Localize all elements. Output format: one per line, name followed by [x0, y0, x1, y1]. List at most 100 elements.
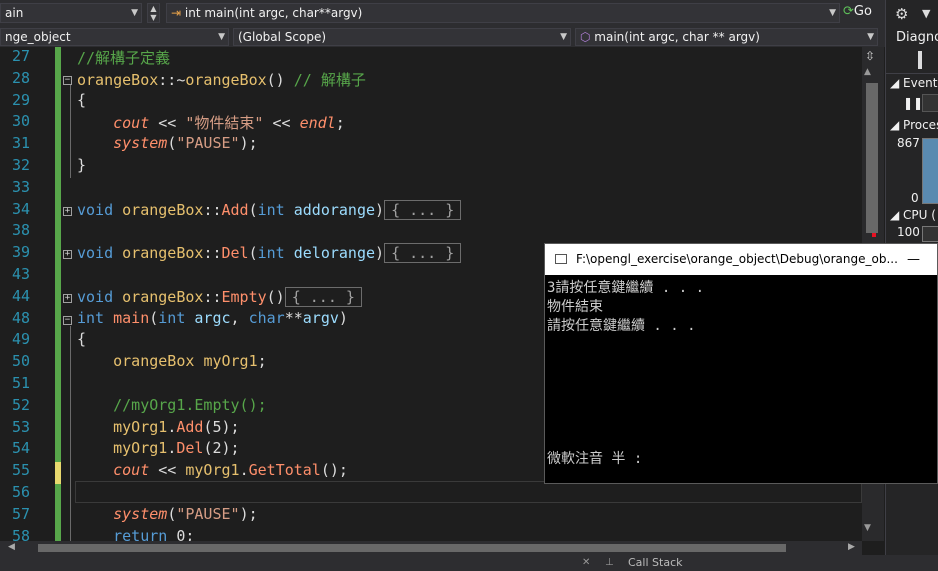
chevron-down-icon[interactable]: ▼: [922, 7, 930, 20]
line-number: 38: [11, 221, 30, 240]
code-token: ;: [335, 114, 345, 133]
console-line: 物件結束: [547, 299, 603, 315]
code-line[interactable]: void orangeBox::Add(int addorange){ ... …: [77, 199, 462, 220]
code-token: cout: [113, 114, 150, 133]
collapsed-block[interactable]: { ... }: [284, 286, 362, 307]
collapsed-block[interactable]: { ... }: [384, 243, 462, 264]
code-token: addorange: [293, 200, 376, 219]
code-line[interactable]: {: [77, 91, 86, 109]
code-token: ): [375, 244, 385, 263]
function-combo[interactable]: ⇥ int main(int argc, char**argv) ▼: [166, 3, 840, 23]
events-section[interactable]: ◢ Events: [890, 76, 938, 90]
code-token: orangeBox: [185, 70, 267, 89]
code-line[interactable]: {: [77, 330, 86, 348]
collapse-icon[interactable]: −: [63, 315, 72, 325]
scroll-up-icon[interactable]: ▲: [864, 67, 871, 77]
code-line[interactable]: cout << "物件結束" << endl;: [77, 112, 345, 133]
go-button[interactable]: ⟳Go: [843, 4, 872, 24]
line-number: 43: [11, 265, 30, 283]
code-line[interactable]: cout << myOrg1.GetTotal();: [77, 461, 348, 479]
code-token: myOrg1: [185, 461, 240, 480]
code-token: orangeBox: [77, 70, 159, 89]
bottom-panel-strip: ✕ ⊥ Call Stack: [0, 555, 938, 571]
chevron-down-icon: ▼: [560, 32, 567, 42]
expand-icon[interactable]: +: [63, 206, 72, 216]
code-line[interactable]: }: [77, 156, 86, 174]
memory-max-value: 867: [897, 136, 920, 150]
collapse-triangle-icon: ◢: [890, 208, 904, 222]
collapse-triangle-icon: ◢: [890, 76, 904, 90]
split-icon[interactable]: ⇳: [865, 49, 875, 63]
console-title-bar[interactable]: F:\opengl_exercise\orange_object\Debug\o…: [545, 244, 937, 275]
project-dropdown[interactable]: nge_object ▼: [0, 28, 229, 46]
divider: [886, 73, 938, 74]
code-token: <<: [263, 114, 300, 133]
console-window[interactable]: F:\opengl_exercise\orange_object\Debug\o…: [544, 243, 938, 484]
console-title: F:\opengl_exercise\orange_object\Debug\o…: [576, 252, 898, 266]
code-token: ): [338, 308, 348, 327]
code-line[interactable]: myOrg1.Add(5);: [77, 418, 239, 436]
line-number: 57: [11, 504, 30, 523]
method-cube-icon: ⬡: [580, 30, 595, 44]
code-line[interactable]: myOrg1.Del(2);: [77, 439, 240, 458]
chevron-down-icon: ▼: [829, 8, 836, 18]
scroll-right-icon[interactable]: ▶: [848, 542, 855, 552]
scroll-left-icon[interactable]: ◀: [8, 542, 15, 552]
pin-icon[interactable]: ⊥: [605, 557, 614, 568]
code-token: void: [77, 244, 123, 263]
collapse-icon[interactable]: −: [63, 75, 72, 85]
code-line[interactable]: system("PAUSE");: [77, 505, 258, 523]
diagnostics-title: Diagno: [896, 30, 938, 45]
code-line[interactable]: int main(int argc, char**argv): [77, 309, 348, 327]
line-number: 32: [11, 156, 30, 174]
process-memory-section[interactable]: ◢ Proces: [890, 118, 938, 132]
code-line[interactable]: return 0;: [77, 527, 194, 541]
close-icon[interactable]: ✕: [582, 557, 590, 568]
code-token: ();: [320, 461, 348, 480]
code-token: (2);: [203, 439, 240, 458]
code-line[interactable]: //解構子定義: [77, 47, 170, 68]
scroll-down-icon[interactable]: ▼: [864, 523, 871, 533]
line-number: 28: [11, 68, 30, 87]
hscroll-thumb[interactable]: [38, 544, 786, 552]
expand-icon[interactable]: +: [63, 250, 72, 260]
code-token: **: [284, 308, 303, 327]
minimize-button[interactable]: —: [907, 244, 920, 275]
line-number: 39: [11, 243, 30, 262]
code-line[interactable]: orangeBox myOrg1;: [77, 352, 267, 370]
line-number: 29: [11, 90, 30, 109]
line-number: 48: [11, 308, 30, 327]
line-number: 51: [11, 374, 30, 392]
code-token: "PAUSE": [176, 134, 240, 153]
pause-icon[interactable]: ❚❚: [903, 96, 923, 110]
code-token: ::~: [158, 70, 186, 89]
cpu-section[interactable]: ◢ CPU (: [890, 208, 936, 222]
arrow-right-icon: ⇥: [171, 6, 185, 20]
tab-call-stack[interactable]: Call Stack: [628, 556, 682, 569]
spin-arrows-icon[interactable]: ▲ ▼: [147, 3, 160, 23]
collapsed-block[interactable]: { ... }: [384, 199, 462, 220]
code-line[interactable]: system("PAUSE");: [77, 134, 258, 152]
member-dropdown[interactable]: ⬡ main(int argc, char ** argv) ▼: [575, 28, 878, 46]
code-line[interactable]: //myOrg1.Empty();: [77, 396, 267, 414]
expand-icon[interactable]: +: [63, 293, 72, 303]
project-combo[interactable]: ain ▼: [0, 3, 142, 23]
fold-guide: [70, 326, 71, 541]
code-token: Empty: [221, 287, 267, 306]
refresh-go-icon: ⟳: [843, 4, 854, 19]
horizontal-scrollbar[interactable]: ◀ ▶: [0, 541, 862, 555]
code-line[interactable]: void orangeBox::Empty(){ ... }: [77, 286, 362, 307]
scroll-thumb[interactable]: [866, 83, 878, 233]
code-token: int: [158, 308, 195, 327]
code-token: .: [167, 439, 177, 458]
code-token: main: [113, 308, 150, 327]
code-token: int: [257, 244, 294, 263]
gear-icon[interactable]: ⚙: [895, 5, 908, 23]
scope-dropdown[interactable]: (Global Scope) ▼: [233, 28, 571, 46]
code-token: argv: [302, 308, 339, 327]
code-line[interactable]: void orangeBox::Del(int delorange){ ... …: [77, 243, 462, 264]
code-line[interactable]: orangeBox::~orangeBox() // 解構子: [77, 69, 366, 90]
